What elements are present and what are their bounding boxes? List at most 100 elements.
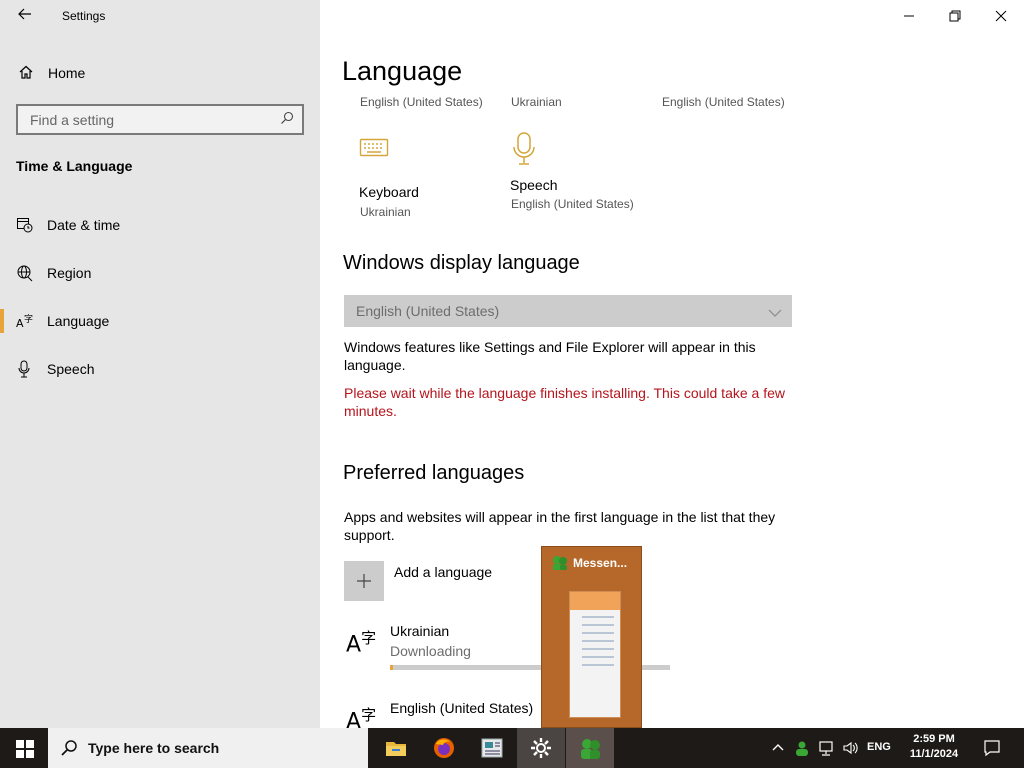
tile-name: Speech [510,177,558,193]
taskbar-news-app[interactable] [468,728,516,768]
taskbar-clock[interactable]: 2:59 PM 11/1/2024 [904,732,964,762]
tile-sub: Ukrainian [360,205,411,219]
start-button[interactable] [0,728,48,768]
tile-name: Keyboard [359,184,419,200]
taskbar-settings[interactable] [517,728,565,768]
clock-time: 2:59 PM [913,733,955,745]
taskbar-search-box[interactable]: Type here to search [48,728,368,768]
language-icon: A字 [346,706,377,728]
thumbnail-window-preview [569,591,621,718]
speech-tile[interactable]: Speech English (United States) [510,132,650,222]
sidebar-item-speech[interactable]: Speech [0,349,320,389]
network-icon [819,741,833,756]
tray-messenger[interactable] [792,728,812,768]
display-language-heading: Windows display language [343,252,580,274]
close-icon [995,10,1007,22]
selection-indicator [0,309,4,333]
chevron-down-icon [768,305,782,323]
top-row-value: Ukrainian [511,95,562,109]
microphone-icon [16,360,34,378]
thumbnail-title: Messen... [573,556,628,570]
preview-line [582,648,614,650]
nav-home[interactable]: Home [0,58,320,88]
back-arrow-icon[interactable] [14,6,36,26]
sidebar-item-label: Region [47,265,92,281]
keyboard-tile[interactable]: Keyboard Ukrainian [359,136,499,226]
preview-header [570,592,620,610]
page-title: Language [342,56,463,86]
firefox-icon [434,738,454,758]
preview-line [582,656,614,658]
preview-line [582,616,614,618]
language-status: Downloading [390,643,471,659]
preferred-languages-description: Apps and websites will appear in the fir… [344,509,776,543]
keyboard-icon [359,136,389,165]
svg-text:字: 字 [24,313,33,325]
taskbar-firefox[interactable] [420,728,468,768]
preview-line [582,640,614,642]
preview-line [582,624,614,626]
windows-logo-icon [16,740,34,758]
display-language-description: Windows features like Settings and File … [344,339,756,373]
section-title: Time & Language [16,158,133,174]
download-progress-fill [390,665,393,670]
settings-icon [531,738,551,758]
taskbar-file-explorer[interactable] [372,728,420,768]
messenger-thumbnail-preview[interactable]: Messen... [541,546,642,728]
sidebar-item-language[interactable]: A字 Language [0,301,320,341]
tray-network[interactable] [816,728,836,768]
search-input[interactable] [28,110,268,130]
show-hidden-icons-button[interactable] [768,728,788,768]
preferred-languages-heading: Preferred languages [343,462,525,484]
find-setting-search[interactable] [16,104,304,135]
minimize-button[interactable] [886,0,932,32]
add-language-button[interactable]: Add a language [344,561,564,601]
restore-icon [949,10,961,22]
sidebar-item-region[interactable]: Region [0,253,320,293]
clock-date: 11/1/2024 [909,748,959,760]
install-warning: Please wait while the language finishes … [344,385,785,419]
taskbar: Type here to search ENG 2:59 PM 11/1/202… [0,728,1024,768]
tray-volume[interactable] [840,728,860,768]
input-language-indicator[interactable]: ENG [867,741,891,753]
top-row-value: English (United States) [360,95,483,109]
sidebar-item-date-time[interactable]: Date & time [0,205,320,245]
action-center-button[interactable] [975,728,1011,768]
sidebar-item-label: Date & time [47,217,121,233]
language-icon: A字 [346,629,377,658]
file-explorer-icon [386,742,406,756]
news-app-icon [481,738,503,758]
messenger-tray-icon [796,741,808,756]
globe-icon [16,264,34,282]
microphone-icon [510,132,540,171]
sidebar-item-label: Language [47,313,110,329]
calendar-clock-icon [16,216,34,234]
plus-icon [344,561,384,601]
app-title: Settings [62,9,106,23]
preview-line [582,664,614,666]
nav-home-label: Home [48,65,86,81]
messenger-icon [581,739,600,759]
notification-icon [984,740,1000,757]
preview-line [582,632,614,634]
language-icon: A字 [16,312,34,330]
close-button[interactable] [978,0,1024,32]
sidebar: Settings Home Time & Language Date & tim… [0,0,320,728]
messenger-icon [551,555,569,576]
svg-text:A: A [16,317,24,330]
chevron-up-icon [772,744,784,751]
taskbar-messenger[interactable] [566,728,614,768]
language-name: Ukrainian [390,623,450,639]
dropdown-value: English (United States) [356,303,500,319]
add-language-label: Add a language [394,564,493,580]
restore-button[interactable] [932,0,978,32]
sidebar-item-label: Speech [47,361,95,377]
search-icon[interactable] [280,111,296,127]
home-icon [18,64,34,80]
taskbar-search-text: Type here to search [88,740,220,756]
tile-sub: English (United States) [511,197,634,211]
search-icon [60,739,78,762]
display-language-dropdown[interactable]: English (United States) [344,295,792,327]
language-name: English (United States) [390,700,534,716]
top-row-value: English (United States) [662,95,785,109]
